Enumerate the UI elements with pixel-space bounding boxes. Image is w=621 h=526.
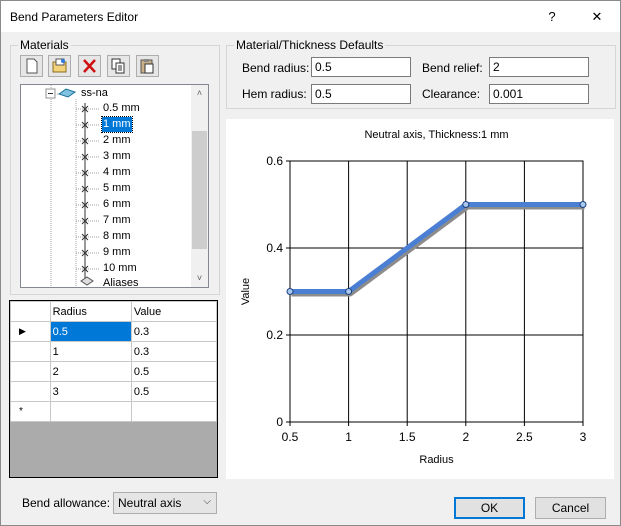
chevron-down-icon: ⌵ (203, 496, 211, 507)
x-tick-label: 1 (345, 430, 352, 444)
table-cell[interactable]: 0.5 (49, 321, 132, 342)
copy-icon (111, 58, 125, 74)
ok-button[interactable]: OK (454, 497, 525, 519)
cancel-button[interactable]: Cancel (535, 497, 606, 519)
paste-icon (140, 59, 154, 74)
row-header[interactable] (10, 381, 51, 402)
table-cell[interactable]: 1 (49, 341, 132, 362)
y-tick-label: 0.6 (266, 154, 283, 168)
tree-item[interactable]: 6 mm (102, 197, 132, 212)
data-point (579, 201, 587, 208)
x-tick-label: 3 (580, 430, 587, 444)
dialog-window: Bend Parameters Editor ? ✕ Materials ss-… (0, 0, 621, 526)
y-tick-label: 0.2 (266, 328, 283, 342)
chart-panel: Neutral axis, Thickness:1 mm 0.5 1 1.5 2 2.5 3… (226, 119, 614, 479)
y-tick-label: 0 (276, 415, 283, 429)
scroll-down-icon[interactable]: ˅ (191, 270, 208, 287)
scrollbar-thumb[interactable] (192, 131, 207, 249)
tree-item[interactable]: 0.5 mm (102, 101, 141, 116)
title-bar: Bend Parameters Editor ? ✕ (1, 1, 620, 32)
tree-item[interactable]: 2 mm (102, 133, 132, 148)
clearance-field[interactable] (489, 84, 589, 104)
close-button[interactable]: ✕ (574, 3, 620, 31)
grid-header-row: Radius Value (10, 301, 217, 322)
table-row[interactable]: 1 0.3 (10, 341, 217, 362)
chart-title: Neutral axis, Thickness:1 mm (364, 129, 508, 141)
copy-material-button[interactable] (107, 55, 130, 77)
tree-item[interactable]: 9 mm (102, 245, 132, 260)
tree-item[interactable]: 10 mm (102, 261, 138, 276)
data-point (345, 288, 353, 295)
data-point (462, 201, 470, 208)
help-button[interactable]: ? (529, 3, 575, 31)
open-material-button[interactable] (48, 55, 71, 77)
new-row-marker: * (10, 401, 51, 422)
neutral-axis-chart: Neutral axis, Thickness:1 mm 0.5 1 1.5 2 2.5 3… (240, 129, 587, 466)
tree-root-label[interactable]: ss-na (81, 87, 108, 99)
x-tick-label: 2.5 (516, 430, 533, 444)
tree-item[interactable]: 5 mm (102, 181, 132, 196)
tree-scrollbar[interactable]: ˄ ˅ (191, 85, 208, 287)
tree-item-selected[interactable]: 1 mm (101, 116, 133, 133)
materials-tree[interactable]: ss-na 0.5 mm 1 mm 2 mm 3 mm 4 mm 5 mm 6 … (20, 84, 209, 288)
row-header[interactable] (10, 341, 51, 362)
grid-corner (10, 301, 51, 322)
bend-allowance-label: Bend allowance: (22, 496, 111, 510)
table-row[interactable]: ▶ 0.5 0.3 (10, 321, 217, 342)
table-row[interactable]: 3 0.5 (10, 381, 217, 402)
table-cell[interactable]: 0.3 (130, 321, 217, 342)
tree-item[interactable]: 3 mm (102, 149, 132, 164)
x-tick-label: 0.5 (282, 430, 299, 444)
bend-radius-field[interactable] (311, 57, 411, 77)
bend-relief-label: Bend relief: (422, 61, 483, 75)
tree-item[interactable]: 7 mm (102, 213, 132, 228)
x-axis-label: Radius (419, 454, 454, 466)
hem-radius-label: Hem radius: (242, 87, 307, 101)
y-tick-label: 0.4 (266, 241, 283, 255)
table-cell[interactable]: 3 (49, 381, 132, 402)
table-cell[interactable]: 0.3 (130, 341, 217, 362)
radius-value-grid[interactable]: Radius Value ▶ 0.5 0.3 1 0.3 2 0.5 3 0.5… (9, 300, 218, 478)
bend-relief-field[interactable] (489, 57, 589, 77)
defaults-group-label: Material/Thickness Defaults (234, 38, 386, 52)
materials-group-label: Materials (18, 38, 71, 52)
tree-item[interactable]: Aliases (102, 276, 139, 287)
bend-radius-label: Bend radius: (242, 61, 310, 75)
hem-radius-field[interactable] (311, 84, 411, 104)
table-cell[interactable]: 0.5 (130, 381, 217, 402)
row-header[interactable] (10, 361, 51, 382)
delete-material-button[interactable] (78, 55, 101, 77)
scroll-up-icon[interactable]: ˄ (191, 85, 208, 102)
clearance-label: Clearance: (422, 87, 481, 101)
bend-allowance-value: Neutral axis (118, 496, 182, 510)
x-tick-label: 1.5 (399, 430, 416, 444)
new-row[interactable]: * (10, 401, 217, 422)
table-cell[interactable]: 2 (49, 361, 132, 382)
new-material-button[interactable] (20, 55, 43, 77)
bend-allowance-select[interactable]: Neutral axis ⌵ (113, 492, 217, 514)
paste-material-button[interactable] (136, 55, 159, 77)
table-cell[interactable] (130, 401, 217, 422)
current-row-icon: ▶ (10, 321, 51, 342)
y-axis-label: Value (240, 278, 252, 305)
column-header-value[interactable]: Value (130, 301, 217, 322)
table-cell[interactable]: 0.5 (130, 361, 217, 382)
window-title: Bend Parameters Editor (10, 10, 139, 24)
delete-icon (83, 59, 96, 73)
tree-item[interactable]: 4 mm (102, 165, 132, 180)
table-row[interactable]: 2 0.5 (10, 361, 217, 382)
table-cell[interactable] (49, 401, 132, 422)
x-tick-label: 2 (462, 430, 469, 444)
new-icon (26, 58, 38, 74)
open-icon (52, 58, 67, 73)
tree-item[interactable]: 8 mm (102, 229, 132, 244)
data-point (286, 288, 294, 295)
column-header-radius[interactable]: Radius (49, 301, 132, 322)
